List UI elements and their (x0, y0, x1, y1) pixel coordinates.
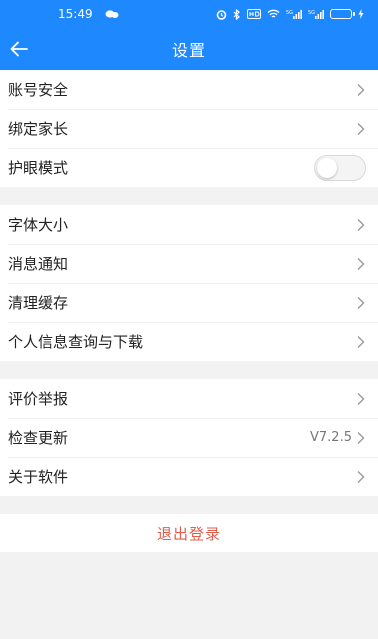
chevron-right-icon (356, 392, 366, 406)
row-clear-cache[interactable]: 清理缓存 (0, 283, 378, 322)
chevron-right-icon (356, 296, 366, 310)
row-label: 消息通知 (8, 255, 69, 273)
row-account-security[interactable]: 账号安全 (0, 70, 378, 109)
row-label: 个人信息查询与下载 (8, 333, 144, 351)
row-label: 账号安全 (8, 81, 69, 99)
version-value: V7.2.5 (310, 430, 352, 445)
charging-icon (358, 9, 364, 19)
message-icon (105, 9, 119, 19)
settings-screen: 15:49 5G 5G 设置 账号安全 绑定家长 护眼模式 字体大小 消息通知 … (0, 0, 378, 639)
svg-text:5G: 5G (286, 10, 293, 16)
row-notifications[interactable]: 消息通知 (0, 244, 378, 283)
row-feedback-report[interactable]: 评价举报 (0, 379, 378, 418)
page-title: 设置 (171, 41, 206, 60)
logout-button[interactable]: 退出登录 (0, 514, 378, 552)
hd-icon (247, 9, 261, 19)
chevron-right-icon (356, 257, 366, 271)
status-bar: 15:49 5G 5G (0, 0, 378, 28)
row-label: 检查更新 (8, 429, 69, 447)
row-bind-parent[interactable]: 绑定家长 (0, 109, 378, 148)
chevron-right-icon (356, 335, 366, 349)
section-divider (0, 187, 378, 205)
page-header: 设置 (0, 28, 378, 70)
settings-group-general: 字体大小 消息通知 清理缓存 个人信息查询与下载 (0, 205, 378, 361)
toggle-knob (317, 157, 337, 178)
row-eye-protection: 护眼模式 (0, 148, 378, 187)
signal-icon: 5G (308, 9, 324, 19)
row-label: 评价举报 (8, 390, 69, 408)
settings-group-about: 评价举报 检查更新 V7.2.5 关于软件 (0, 379, 378, 496)
section-divider (0, 496, 378, 514)
eye-protection-toggle[interactable] (314, 154, 366, 181)
bluetooth-icon (233, 8, 241, 20)
status-time: 15:49 (58, 7, 93, 21)
row-label: 绑定家长 (8, 120, 69, 138)
row-label: 字体大小 (8, 216, 69, 234)
battery-icon (330, 9, 355, 19)
row-about-software[interactable]: 关于软件 (0, 457, 378, 496)
chevron-right-icon (356, 83, 366, 97)
chevron-right-icon (356, 431, 366, 445)
row-check-update[interactable]: 检查更新 V7.2.5 (0, 418, 378, 457)
wifi-icon (267, 9, 280, 19)
chevron-right-icon (356, 218, 366, 232)
svg-text:5G: 5G (308, 10, 315, 16)
section-divider (0, 361, 378, 379)
alarm-icon (216, 9, 227, 20)
chevron-right-icon (356, 122, 366, 136)
row-personal-info-download[interactable]: 个人信息查询与下载 (0, 322, 378, 361)
row-label: 关于软件 (8, 468, 69, 486)
row-label: 清理缓存 (8, 294, 69, 312)
settings-group-account: 账号安全 绑定家长 护眼模式 (0, 70, 378, 187)
signal-icon: 5G (286, 9, 302, 19)
row-label: 护眼模式 (8, 159, 69, 177)
back-arrow-icon[interactable] (6, 36, 32, 62)
row-font-size[interactable]: 字体大小 (0, 205, 378, 244)
chevron-right-icon (356, 470, 366, 484)
